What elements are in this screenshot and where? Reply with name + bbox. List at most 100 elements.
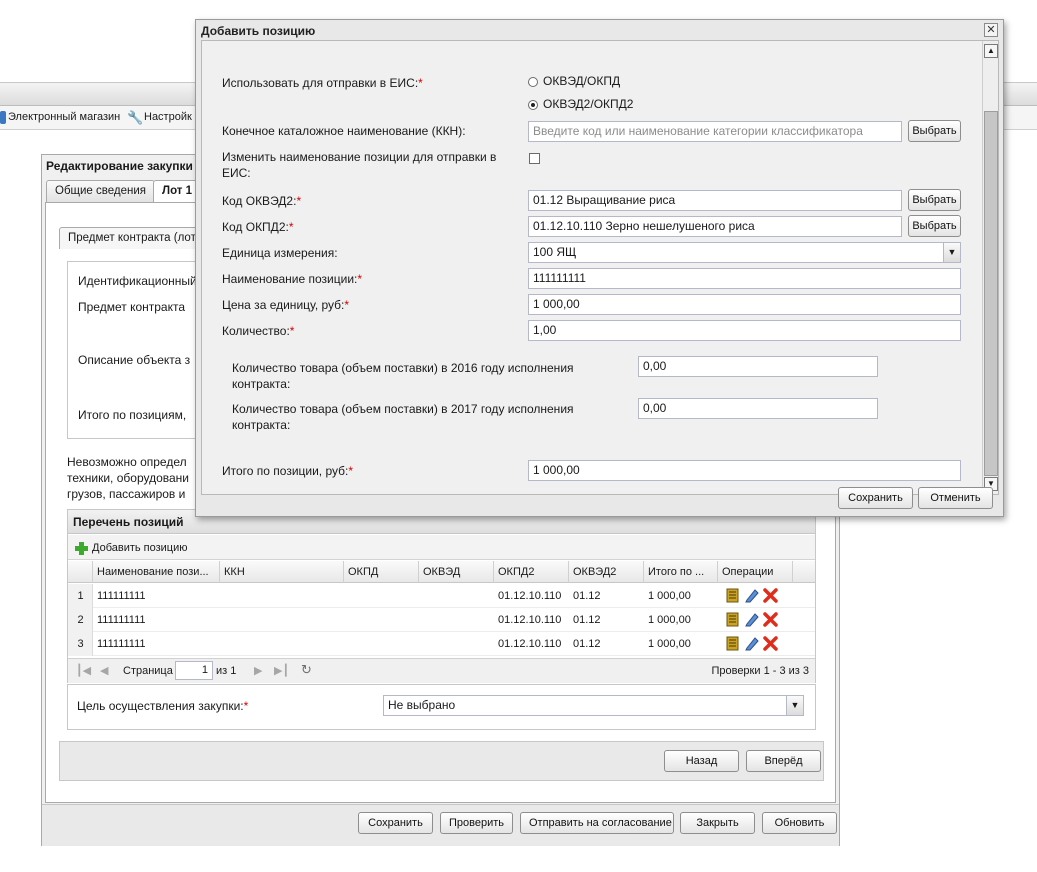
scroll-up-icon[interactable]: ▲: [984, 44, 998, 58]
prev-page-icon[interactable]: ◀: [100, 664, 108, 677]
radio-okved2-okpd2-label: ОКВЭД2/ОКПД2: [543, 97, 634, 111]
col-okved[interactable]: ОКВЭД: [419, 561, 494, 583]
chevron-down-icon[interactable]: ▼: [786, 696, 803, 715]
qty-2016-input[interactable]: 0,00: [638, 356, 878, 377]
quantity-input[interactable]: 1,00: [528, 320, 961, 341]
change-name-checkbox[interactable]: [529, 153, 540, 164]
qty-2017-input[interactable]: 0,00: [638, 398, 878, 419]
required-mark: *: [296, 194, 302, 208]
scroll-thumb[interactable]: [984, 111, 998, 476]
cell-total: 1 000,00: [648, 638, 691, 650]
back-button[interactable]: Назад: [664, 750, 739, 772]
purpose-label-text: Цель осуществления закупки:: [77, 699, 244, 713]
refresh-icon[interactable]: ↻: [301, 662, 312, 678]
page-input[interactable]: 1: [175, 661, 213, 680]
required-mark: *: [289, 324, 295, 338]
add-position-dialog: Добавить позицию ✕ ▲ ▼ Использовать для …: [195, 19, 1004, 517]
required-mark: *: [418, 76, 423, 90]
use-for-eis-text: Использовать для отправки в ЕИС:: [222, 76, 419, 90]
kkn-input[interactable]: Введите код или наименование категории к…: [528, 121, 902, 142]
delete-icon[interactable]: [763, 612, 778, 627]
editor-check-button[interactable]: Проверить: [440, 812, 513, 834]
col-total[interactable]: Итого по ...: [644, 561, 718, 583]
col-rownum: [68, 561, 93, 583]
kkn-select-button[interactable]: Выбрать: [908, 120, 961, 142]
position-total-input[interactable]: 1 000,00: [528, 460, 961, 481]
toolbar-shop-link[interactable]: Электронный магазин: [8, 111, 120, 123]
total-positions-label: Итого по позициям,: [78, 408, 187, 422]
position-name-label: Наименование позиции:*: [222, 271, 362, 287]
toolbar-settings-link[interactable]: Настройк: [144, 111, 192, 123]
dialog-body: ▲ ▼ Использовать для отправки в ЕИС:* ОК…: [201, 40, 999, 495]
cell-okved: [419, 608, 494, 632]
edit-pencil-icon[interactable]: [744, 588, 759, 603]
dialog-cancel-button[interactable]: Отменить: [918, 487, 993, 509]
okpd2-label: Код ОКПД2:*: [222, 219, 294, 235]
qty-2017-label-1: Количество товара (объем поставки) в 201…: [232, 402, 574, 416]
col-operations[interactable]: Операции: [718, 561, 793, 583]
last-page-icon[interactable]: ▶┃: [274, 664, 289, 677]
cell-okved2: 01.12: [573, 590, 601, 602]
change-name-label-1: Изменить наименование позиции для отправ…: [222, 150, 497, 164]
next-page-icon[interactable]: ▶: [254, 664, 262, 677]
close-icon[interactable]: ✕: [984, 23, 998, 37]
send-for-approval-button[interactable]: Отправить на согласование: [520, 812, 674, 834]
cell-kkn: [220, 584, 344, 608]
dialog-save-button[interactable]: Сохранить: [838, 487, 913, 509]
delete-icon[interactable]: [763, 636, 778, 651]
positions-panel: Перечень позиций Добавить позицию Наимен…: [67, 509, 816, 683]
quantity-label-text: Количество:: [222, 324, 290, 338]
cell-okved2: 01.12: [573, 638, 601, 650]
description-label: Описание объекта з: [78, 353, 191, 367]
position-name-input[interactable]: 111111111: [528, 268, 961, 289]
dialog-scrollbar[interactable]: ▲ ▼: [982, 41, 998, 494]
tab-general[interactable]: Общие сведения: [46, 180, 155, 202]
okved2-input[interactable]: 01.12 Выращивание риса: [528, 190, 902, 211]
grid-body: 1 111111111 01.12.10.110 01.12 1 000,00 2 1111…: [68, 584, 815, 656]
col-okpd[interactable]: ОКПД: [344, 561, 419, 583]
edit-pencil-icon[interactable]: [744, 612, 759, 627]
subtab-contract-subject[interactable]: Предмет контракта (лот: [59, 227, 205, 249]
subject-label: Предмет контракта: [78, 300, 186, 314]
tab-lot-1[interactable]: Лот 1: [153, 180, 202, 202]
next-button[interactable]: Вперёд: [746, 750, 821, 772]
col-okpd2[interactable]: ОКПД2: [494, 561, 569, 583]
purpose-select[interactable]: Не выбрано ▼: [383, 695, 804, 716]
delete-icon[interactable]: [763, 588, 778, 603]
cell-name: 111111111: [97, 638, 146, 650]
radio-okved2-okpd2-circle[interactable]: [528, 100, 538, 110]
table-row[interactable]: 3 111111111 01.12.10.110 01.12 1 000,00: [68, 632, 815, 656]
view-details-icon[interactable]: [725, 588, 740, 603]
okved2-select-button[interactable]: Выбрать: [908, 189, 961, 211]
col-kkn[interactable]: ККН: [220, 561, 344, 583]
col-name[interactable]: Наименование пози...: [93, 561, 220, 583]
positions-title: Перечень позиций: [73, 515, 184, 529]
cell-okved: [419, 584, 494, 608]
view-details-icon[interactable]: [725, 636, 740, 651]
view-details-icon[interactable]: [725, 612, 740, 627]
cell-kkn: [220, 608, 344, 632]
chevron-down-icon[interactable]: ▼: [943, 243, 960, 262]
okpd2-select-button[interactable]: Выбрать: [908, 215, 961, 237]
unit-price-label-text: Цена за единицу, руб:: [222, 298, 345, 312]
first-page-icon[interactable]: ┃◀: [76, 664, 91, 677]
plus-icon: [74, 541, 89, 556]
unit-select[interactable]: 100 ЯЩ ▼: [528, 242, 961, 263]
qty-2017-label-2: контракта:: [232, 418, 291, 432]
cell-okved: [419, 632, 494, 656]
page-of-label: из 1: [216, 665, 237, 677]
edit-pencil-icon[interactable]: [744, 636, 759, 651]
col-okved2[interactable]: ОКВЭД2: [569, 561, 644, 583]
okved2-label: Код ОКВЭД2:*: [222, 193, 301, 209]
unit-price-label: Цена за единицу, руб:*: [222, 297, 349, 313]
unit-price-input[interactable]: 1 000,00: [528, 294, 961, 315]
editor-save-button[interactable]: Сохранить: [358, 812, 433, 834]
editor-close-button[interactable]: Закрыть: [680, 812, 755, 834]
cell-okpd: [344, 632, 419, 656]
okpd2-input[interactable]: 01.12.10.110 Зерно нешелушеного риса: [528, 216, 902, 237]
editor-refresh-button[interactable]: Обновить: [762, 812, 837, 834]
radio-okved-okpd-circle[interactable]: [528, 77, 538, 87]
table-row[interactable]: 2 111111111 01.12.10.110 01.12 1 000,00: [68, 608, 815, 632]
table-row[interactable]: 1 111111111 01.12.10.110 01.12 1 000,00: [68, 584, 815, 608]
okved2-label-text: Код ОКВЭД2:: [222, 194, 297, 208]
